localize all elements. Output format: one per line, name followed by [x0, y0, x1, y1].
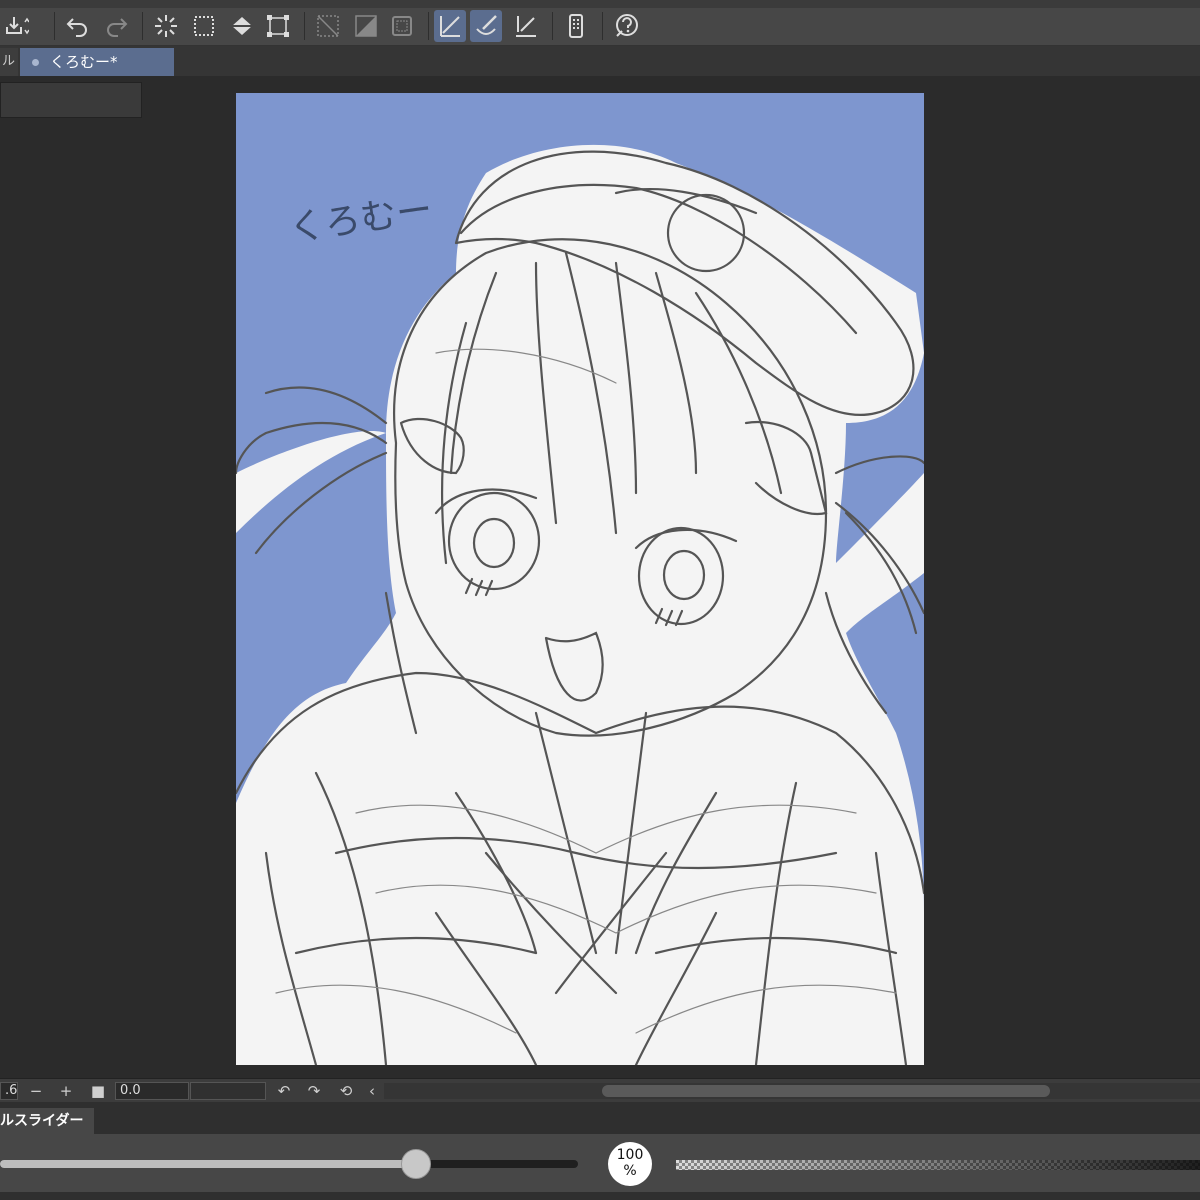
rotation-field[interactable]: 0.0 — [115, 1082, 189, 1100]
zoom-badge[interactable]: 100 % — [608, 1142, 652, 1186]
zoom-field[interactable]: .6 — [0, 1082, 18, 1100]
toolbar-separator — [602, 12, 603, 40]
tab-label: くろむー* — [50, 53, 118, 71]
app-window: ル くろむー* くろむー .6 − + ■ 0.0 ↶ ↷ ⟲ ‹ ルスライダー… — [0, 0, 1200, 1200]
rotate-left-icon[interactable]: ↶ — [274, 1081, 294, 1101]
show-selection-icon[interactable] — [312, 10, 344, 42]
toolbar-separator — [428, 12, 429, 40]
pen-ruler-icon[interactable] — [434, 10, 466, 42]
zoom-out-icon[interactable]: − — [26, 1081, 46, 1101]
horizontal-scrollbar[interactable] — [384, 1083, 1200, 1099]
redo-icon[interactable] — [100, 10, 132, 42]
scroll-left-icon[interactable]: ‹ — [362, 1081, 382, 1101]
artwork-canvas[interactable]: くろむー — [236, 93, 924, 1065]
tab-previous[interactable]: ル — [0, 48, 18, 76]
slider-knob[interactable] — [401, 1149, 432, 1179]
fill-icon[interactable] — [226, 10, 258, 42]
slider-fill — [0, 1160, 417, 1168]
toolbar-separator — [142, 12, 143, 40]
select-all-icon[interactable] — [188, 10, 220, 42]
panel-tab-slider[interactable]: ルスライダー — [0, 1108, 94, 1134]
rotate-right-icon[interactable]: ↷ — [304, 1081, 324, 1101]
tab-active-document[interactable]: くろむー* — [20, 48, 174, 76]
selection-launcher-icon[interactable] — [386, 10, 418, 42]
transform-icon[interactable] — [262, 10, 294, 42]
handwritten-label: くろむー — [287, 189, 435, 250]
smartphone-icon[interactable] — [560, 10, 592, 42]
command-bar — [0, 0, 1200, 46]
zoom-badge-value: 100 — [616, 1147, 644, 1163]
scrollbar-thumb[interactable] — [602, 1085, 1050, 1097]
sketch-drawing: くろむー — [236, 144, 924, 1065]
slider-panel-body: 100 % — [0, 1134, 1200, 1192]
slider-panel: ルスライダー 100 % — [0, 1102, 1200, 1200]
reset-rotation-icon[interactable]: ⟲ — [336, 1081, 356, 1101]
invert-selection-icon[interactable] — [350, 10, 382, 42]
help-icon[interactable] — [610, 10, 642, 42]
export-icon[interactable] — [0, 10, 32, 42]
fit-icon[interactable]: ■ — [88, 1081, 108, 1101]
toolbar-separator — [54, 12, 55, 40]
undo-icon[interactable] — [62, 10, 94, 42]
rotation-dial[interactable] — [190, 1082, 266, 1100]
clear-selection-icon[interactable] — [150, 10, 182, 42]
navigator-bar: .6 − + ■ 0.0 ↶ ↷ ⟲ ‹ — [0, 1078, 1200, 1102]
zoom-in-icon[interactable]: + — [56, 1081, 76, 1101]
snap-ruler-icon[interactable] — [510, 10, 542, 42]
unsaved-dot-icon — [32, 59, 39, 66]
brush-ruler-icon[interactable] — [470, 10, 502, 42]
document-tab-bar: ル くろむー* — [0, 46, 1200, 76]
floating-panel-stub — [0, 82, 142, 118]
zoom-badge-unit: % — [623, 1163, 637, 1179]
opacity-slider[interactable] — [676, 1160, 1200, 1170]
toolbar-separator — [304, 12, 305, 40]
brush-size-slider[interactable] — [0, 1160, 578, 1168]
toolbar-separator — [552, 12, 553, 40]
title-strip — [0, 0, 1200, 8]
